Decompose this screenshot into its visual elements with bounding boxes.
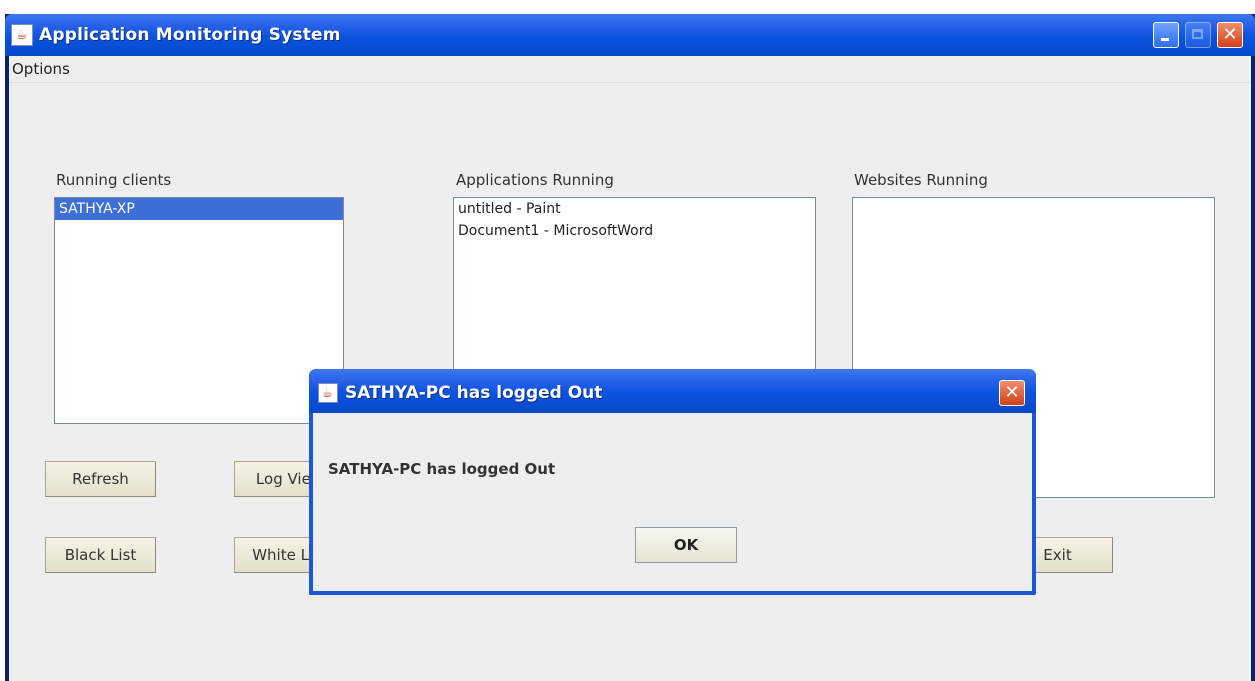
running-clients-list[interactable]: SATHYA-XP — [54, 197, 344, 424]
java-cup-icon: ☕ — [318, 383, 338, 403]
websites-running-label: Websites Running — [854, 171, 988, 189]
java-cup-icon: ☕ — [11, 24, 33, 46]
menu-options[interactable]: Options — [12, 60, 70, 78]
dialog-message: SATHYA-PC has logged Out — [328, 460, 556, 478]
ok-button[interactable]: OK — [635, 527, 737, 563]
dialog-close-button[interactable]: ✕ — [999, 380, 1025, 406]
logout-dialog: ☕ SATHYA-PC has logged Out ✕ SATHYA-PC h… — [309, 369, 1036, 595]
refresh-button[interactable]: Refresh — [45, 461, 156, 497]
maximize-button[interactable] — [1185, 22, 1211, 48]
applications-running-label: Applications Running — [456, 171, 614, 189]
window-title: Application Monitoring System — [39, 25, 341, 45]
list-item-client[interactable]: SATHYA-XP — [55, 198, 343, 220]
dialog-title-bar[interactable]: ☕ SATHYA-PC has logged Out ✕ — [309, 369, 1036, 413]
dialog-body: SATHYA-PC has logged Out OK — [313, 413, 1032, 591]
black-list-button[interactable]: Black List — [45, 537, 156, 573]
close-icon: ✕ — [1222, 24, 1238, 45]
close-icon: ✕ — [1004, 382, 1020, 403]
running-clients-label: Running clients — [56, 171, 172, 189]
list-item-application[interactable]: untitled - Paint — [454, 198, 815, 220]
menu-bar: Options — [9, 56, 1251, 83]
close-button[interactable]: ✕ — [1217, 22, 1243, 48]
title-bar[interactable]: ☕ Application Monitoring System ✕ — [5, 14, 1255, 56]
minimize-button[interactable] — [1153, 22, 1179, 48]
dialog-title: SATHYA-PC has logged Out — [345, 383, 603, 403]
list-item-application[interactable]: Document1 - MicrosoftWord — [454, 220, 815, 242]
